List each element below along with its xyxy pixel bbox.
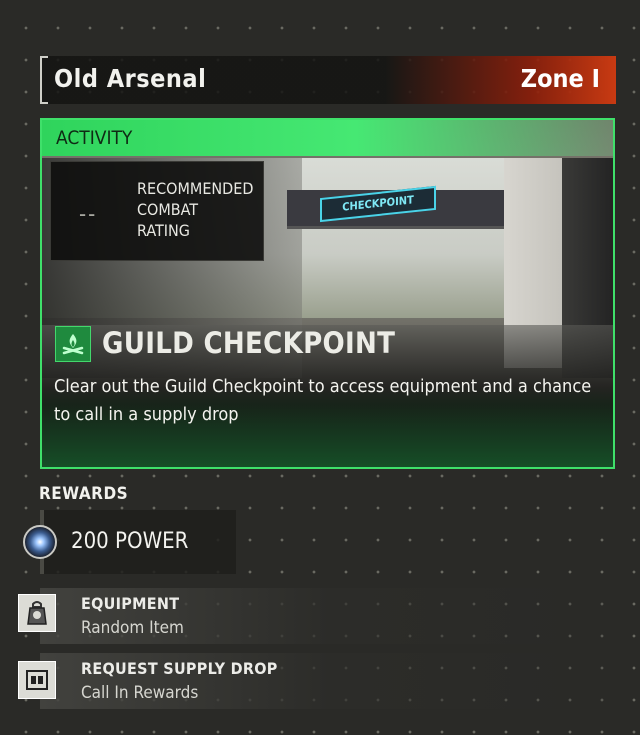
activity-card[interactable]: CHECKPOINT ACTIVITY -- RECOMMENDED COMBA… <box>40 118 615 469</box>
combat-rating-value: -- <box>79 202 98 227</box>
combat-rating-label: RECOMMENDED COMBAT RATING <box>137 179 254 240</box>
reward-name: REQUEST SUPPLY DROP <box>81 659 278 678</box>
rewards-title: REWARDS <box>39 484 129 504</box>
zone-label: Zone I <box>520 64 600 93</box>
reward-subtitle: Call In Rewards <box>81 683 199 703</box>
power-reward-label: 200 POWER <box>71 529 189 554</box>
activity-bar: ACTIVITY <box>42 120 613 156</box>
campfire-icon <box>55 326 91 362</box>
supply-crate-icon <box>18 661 56 699</box>
header-bracket <box>40 56 48 104</box>
location-header: Old Arsenal Zone I <box>40 56 616 104</box>
reward-item-supply-drop: REQUEST SUPPLY DROP Call In Rewards <box>40 653 616 709</box>
activity-description: Clear out the Guild Checkpoint to access… <box>54 376 592 425</box>
reward-item-equipment: EQUIPMENT Random Item <box>40 588 616 644</box>
equipment-bag-icon <box>18 594 56 632</box>
activity-name: GUILD CHECKPOINT <box>102 326 396 360</box>
combat-rating-box: -- RECOMMENDED COMBAT RATING <box>50 161 264 261</box>
reward-subtitle: Random Item <box>81 618 184 638</box>
activity-category-label: ACTIVITY <box>56 127 133 149</box>
power-orb-icon <box>23 525 57 559</box>
location-title: Old Arsenal <box>54 64 207 93</box>
reward-name: EQUIPMENT <box>81 594 180 613</box>
